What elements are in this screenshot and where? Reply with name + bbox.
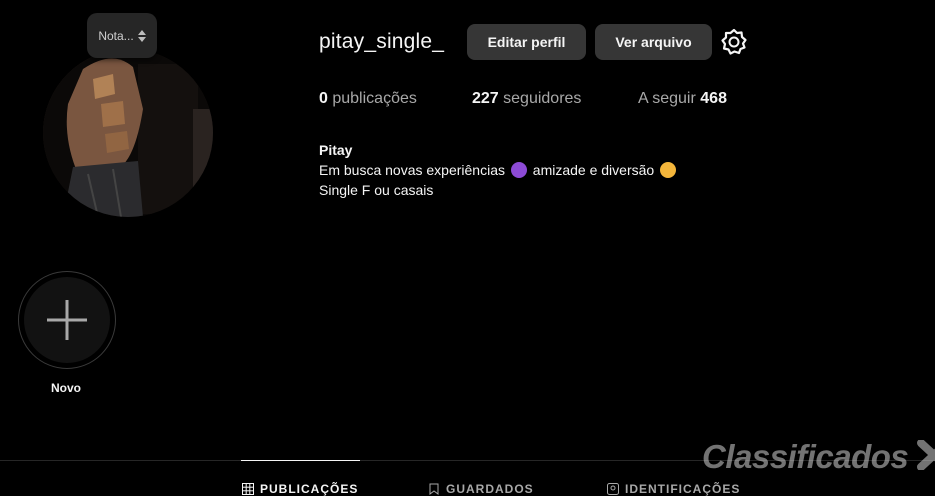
bio-line-1: Em busca novas experiências amizade e di…: [319, 162, 678, 178]
stat-followers[interactable]: 227 seguidores: [472, 90, 581, 108]
new-highlight-label: Novo: [51, 381, 81, 395]
bio-text-b: amizade e diversão: [532, 162, 655, 178]
following-count: 468: [700, 90, 727, 107]
avatar-photo: [43, 49, 213, 217]
tab-tagged-label: IDENTIFICAÇÕES: [625, 482, 741, 496]
posts-label: publicações: [332, 90, 417, 107]
stat-posts: 0 publicações: [319, 90, 417, 108]
tag-icon: [607, 483, 619, 495]
watermark-text: Classificados: [702, 438, 909, 475]
stat-following[interactable]: A seguir 468: [638, 90, 727, 108]
plus-icon: [47, 300, 87, 340]
bio-line-2: Single F ou casais: [319, 182, 434, 198]
new-highlight-circle: [24, 277, 110, 363]
profile-avatar[interactable]: [43, 49, 213, 217]
tab-saved[interactable]: GUARDADOS: [428, 482, 534, 496]
devil-emoji-icon: [510, 162, 527, 178]
following-label: A seguir: [638, 90, 696, 107]
new-highlight-button[interactable]: [18, 271, 116, 369]
view-archive-button[interactable]: Ver arquivo: [595, 24, 712, 60]
bookmark-icon: [429, 483, 439, 495]
tab-tagged[interactable]: IDENTIFICAÇÕES: [607, 482, 740, 496]
edit-profile-button[interactable]: Editar perfil: [467, 24, 586, 60]
grid-icon: [242, 483, 254, 495]
posts-count: 0: [319, 90, 328, 107]
tab-saved-label: GUARDADOS: [446, 482, 534, 496]
active-tab-indicator: [241, 460, 360, 461]
note-text: Nota...: [98, 28, 134, 43]
x-logo-icon: [916, 439, 935, 471]
smile-emoji-icon: [660, 162, 677, 178]
bio-text-a: Em busca novas experiências: [319, 162, 505, 178]
watermark-logo: Classificados: [702, 438, 935, 476]
profile-username: pitay_single_: [319, 30, 445, 53]
tab-posts[interactable]: PUBLICAÇÕES: [242, 482, 358, 496]
note-bubble[interactable]: Nota...: [87, 13, 157, 58]
settings-gear-icon[interactable]: [720, 28, 748, 56]
followers-count: 227: [472, 90, 499, 107]
note-scroll-icon: [137, 29, 146, 42]
followers-label: seguidores: [503, 90, 582, 107]
tab-posts-label: PUBLICAÇÕES: [260, 482, 359, 496]
bio-name: Pitay: [319, 142, 353, 158]
